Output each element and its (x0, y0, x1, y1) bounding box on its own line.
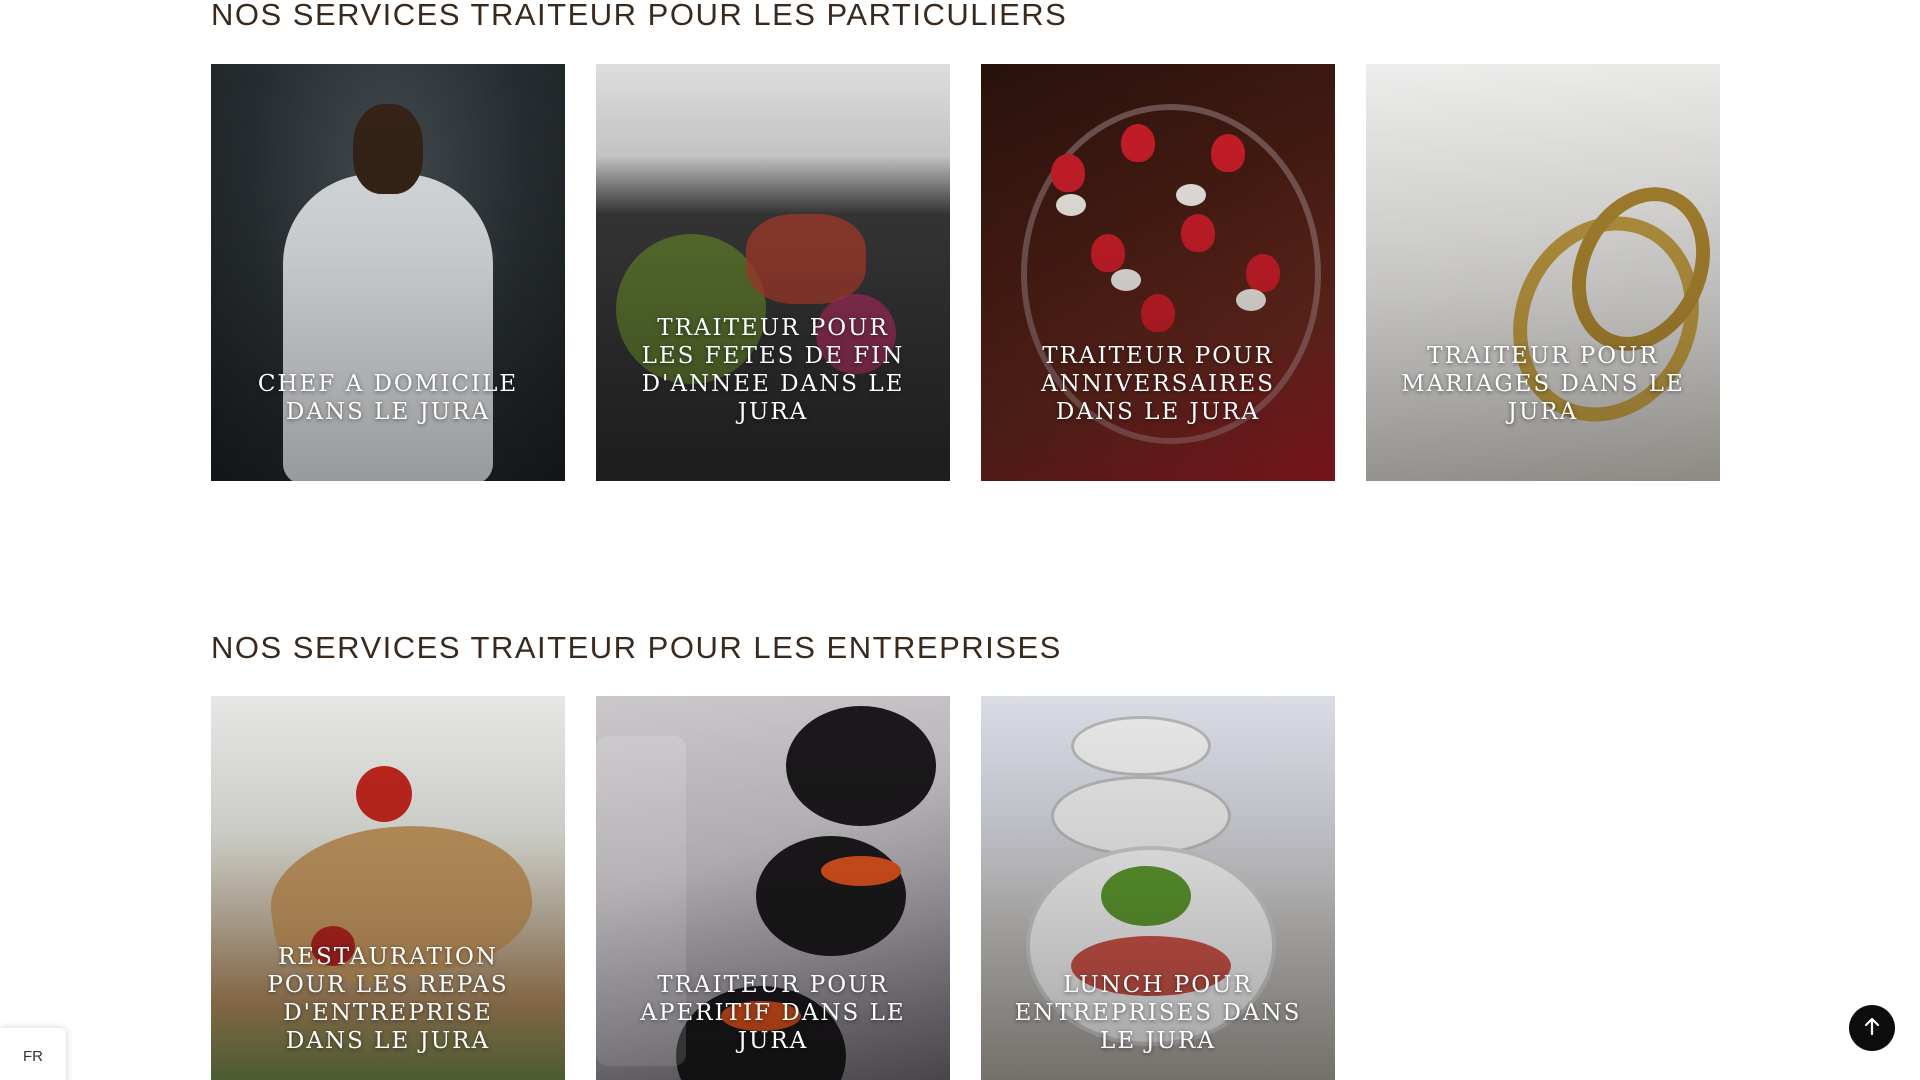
service-card-chef-a-domicile[interactable]: CHEF A DOMICILE DANS LE JURA (211, 64, 565, 481)
service-card-mariages[interactable]: TRAITEUR POUR MARIAGES DANS LE JURA (1366, 64, 1720, 481)
service-card-anniversaires[interactable]: TRAITEUR POUR ANNIVERSAIRES DANS LE JURA (981, 64, 1335, 481)
service-card-fetes-fin-annee[interactable]: TRAITEUR POUR LES FETES DE FIN D'ANNEE D… (596, 64, 950, 481)
language-switcher[interactable]: FR (0, 1028, 66, 1080)
service-card-label: TRAITEUR POUR ANNIVERSAIRES DANS LE JURA (1041, 343, 1275, 425)
section-title-particuliers: NOS SERVICES TRAITEUR POUR LES PARTICULI… (211, 0, 1068, 32)
particuliers-services-grid: CHEF A DOMICILE DANS LE JURA TRAITEUR PO… (211, 64, 1720, 481)
language-label: FR (23, 1047, 43, 1065)
scroll-to-top-button[interactable] (1849, 1005, 1895, 1051)
service-card-repas-entreprise[interactable]: RESTAURATION POUR LES REPAS D'ENTREPRISE… (211, 696, 565, 1080)
service-card-label: CHEF A DOMICILE DANS LE JURA (257, 371, 519, 425)
service-card-label: RESTAURATION POUR LES REPAS D'ENTREPRISE… (267, 944, 509, 1054)
service-card-lunch-entreprises[interactable]: LUNCH POUR ENTREPRISES DANS LE JURA (981, 696, 1335, 1080)
service-card-label: TRAITEUR POUR LES FETES DE FIN D'ANNEE D… (641, 315, 905, 425)
arrow-up-icon (1863, 1016, 1881, 1041)
service-card-label: TRAITEUR POUR APERITIF DANS LE JURA (640, 972, 906, 1054)
section-title-entreprises: NOS SERVICES TRAITEUR POUR LES ENTREPRIS… (211, 630, 1062, 665)
entreprises-services-grid: RESTAURATION POUR LES REPAS D'ENTREPRISE… (211, 696, 1719, 1080)
service-card-aperitif[interactable]: TRAITEUR POUR APERITIF DANS LE JURA (596, 696, 950, 1080)
service-card-label: LUNCH POUR ENTREPRISES DANS LE JURA (1014, 972, 1302, 1054)
service-card-label: TRAITEUR POUR MARIAGES DANS LE JURA (1401, 343, 1685, 425)
